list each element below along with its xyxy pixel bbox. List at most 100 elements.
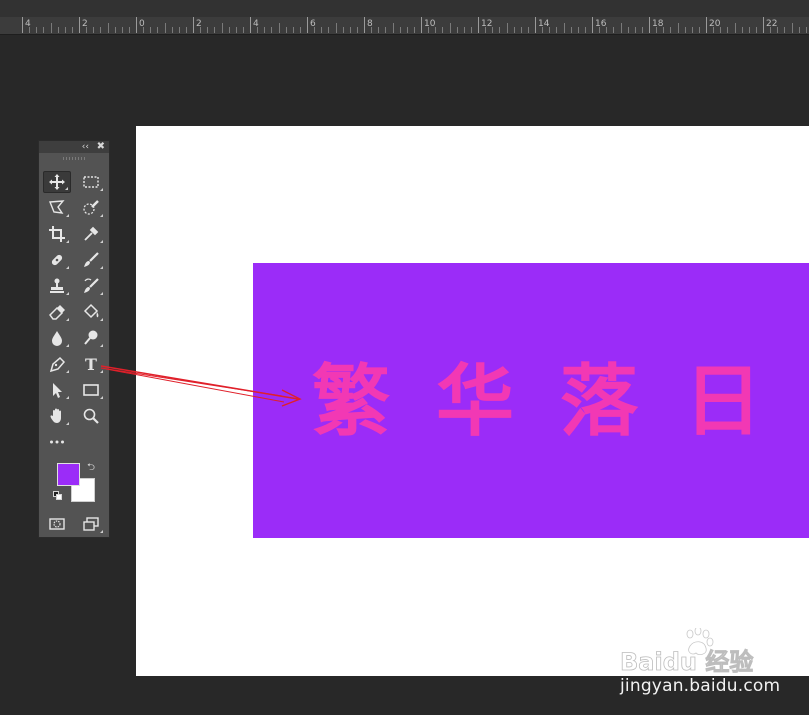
banner-text-layer[interactable]: 繁华落日 (312, 352, 808, 452)
ruler-minor-tick (399, 27, 401, 33)
screen-mode-icon (83, 517, 99, 531)
rectangle-tool[interactable] (77, 379, 105, 401)
bucket-icon (83, 303, 99, 319)
screen-mode-button[interactable] (77, 513, 105, 535)
ruler-label: 20 (709, 19, 721, 29)
quick-mask-button[interactable] (43, 513, 71, 535)
ruler-label: 18 (652, 19, 664, 29)
collapse-panel-button[interactable]: ‹‹ (82, 141, 89, 153)
polygonal-lasso-tool[interactable] (43, 197, 71, 219)
ruler-minor-tick (520, 27, 522, 33)
watermark-url: jingyan.baidu.com (620, 676, 781, 696)
blur-tool[interactable] (43, 327, 71, 349)
ruler-minor-tick (185, 27, 187, 33)
ruler-minor-tick (656, 27, 658, 33)
ruler-minor-tick (36, 27, 38, 33)
bandage-icon (51, 254, 63, 266)
ruler-minor-tick (556, 27, 558, 33)
crop-icon (49, 226, 65, 242)
close-panel-button[interactable]: ✖ (97, 141, 105, 153)
ruler-minor-tick (378, 27, 380, 33)
edit-toolbar[interactable] (43, 431, 71, 453)
ruler-minor-tick (264, 27, 266, 33)
ruler-tick (79, 17, 80, 33)
ruler-minor-tick (178, 27, 180, 33)
ruler-minor-tick (157, 27, 159, 33)
ruler-minor-tick (228, 27, 230, 33)
brush-icon (84, 252, 99, 267)
ruler-tick (22, 17, 23, 33)
ruler-minor-tick (691, 27, 693, 33)
ruler-label: 16 (595, 19, 607, 29)
type-tool[interactable]: T (77, 353, 105, 375)
stamp-icon (50, 278, 64, 293)
tools-panel[interactable]: ‹‹ ✖ T ⮌ (38, 140, 110, 538)
ruler-minor-tick (627, 27, 629, 33)
history-brush-icon (84, 278, 99, 293)
ruler-tick (649, 17, 650, 33)
panel-grip[interactable] (63, 157, 85, 160)
ruler-minor-tick (392, 23, 394, 33)
ruler-minor-tick (349, 27, 351, 33)
eraser-tool[interactable] (43, 301, 71, 323)
ruler-label: 12 (481, 19, 493, 29)
ruler-tick (706, 17, 707, 33)
ruler-minor-tick (577, 27, 579, 33)
ruler-minor-tick (221, 23, 223, 33)
ruler-tick (364, 17, 365, 33)
rectangular-marquee-tool[interactable] (77, 171, 105, 193)
ruler-minor-tick (171, 27, 173, 33)
ruler-minor-tick (777, 27, 779, 33)
ruler-tick (307, 17, 308, 33)
color-swatches: ⮌ (53, 460, 99, 505)
dodge-tool[interactable] (77, 327, 105, 349)
ruler-minor-tick (235, 27, 237, 33)
hand-tool[interactable] (43, 405, 71, 427)
ruler-minor-tick (299, 27, 301, 33)
ruler-minor-tick (114, 27, 116, 33)
ruler-minor-tick (513, 27, 515, 33)
ruler-minor-tick (506, 23, 508, 33)
ruler-minor-tick (128, 27, 130, 33)
more-icon (50, 440, 64, 444)
brush-tool[interactable] (77, 249, 105, 271)
crop-tool[interactable] (43, 223, 71, 245)
ruler-minor-tick (207, 27, 209, 33)
zoom-tool[interactable] (77, 405, 105, 427)
ruler-minor-tick (356, 27, 358, 33)
eyedropper-tool[interactable] (77, 223, 105, 245)
horizontal-ruler[interactable]: 4 2 0 2 4 6 8 10 12 14 16 18 20 22 (0, 0, 809, 35)
ruler-minor-tick (485, 27, 487, 33)
tools-panel-header[interactable]: ‹‹ ✖ (39, 141, 109, 153)
ruler-minor-tick (321, 27, 323, 33)
dodge-icon (84, 330, 98, 345)
ruler-minor-tick (613, 27, 615, 33)
ruler-minor-tick (435, 27, 437, 33)
ruler-minor-tick (150, 27, 152, 33)
ruler-minor-tick (371, 27, 373, 33)
ruler-minor-tick (670, 27, 672, 33)
ruler-minor-tick (492, 27, 494, 33)
path-selection-tool[interactable] (43, 379, 71, 401)
ruler-minor-tick (428, 27, 430, 33)
ruler-minor-tick (314, 27, 316, 33)
ruler-minor-tick (278, 23, 280, 33)
ruler-minor-tick (755, 27, 757, 33)
default-colors-icon[interactable] (53, 491, 63, 501)
pen-tool[interactable] (43, 353, 71, 375)
spot-healing-brush-tool[interactable] (43, 249, 71, 271)
swap-colors-icon[interactable]: ⮌ (87, 460, 95, 477)
ruler-minor-tick (71, 27, 73, 33)
clone-stamp-tool[interactable] (43, 275, 71, 297)
move-tool[interactable] (43, 171, 71, 193)
ruler-minor-tick (727, 27, 729, 33)
foreground-color-swatch[interactable] (57, 463, 80, 486)
history-brush-tool[interactable] (77, 275, 105, 297)
ruler-top-band (0, 0, 809, 17)
paint-bucket-tool[interactable] (77, 301, 105, 323)
ruler-tick (592, 17, 593, 33)
zoom-icon (83, 408, 99, 424)
quick-selection-tool[interactable] (77, 197, 105, 219)
pen-icon (49, 356, 66, 373)
ruler-minor-tick (798, 27, 800, 33)
